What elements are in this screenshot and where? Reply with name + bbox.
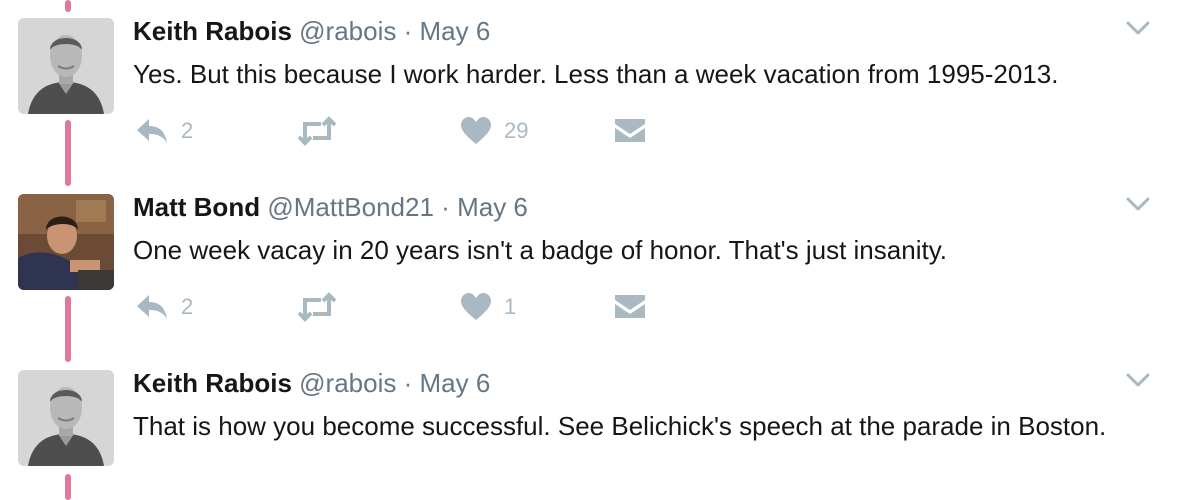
heart-icon <box>460 292 492 322</box>
author-name[interactable]: Keith Rabois <box>133 16 292 46</box>
tweet-header: Keith Rabois @rabois · May 6 <box>133 366 490 400</box>
envelope-icon <box>613 292 647 322</box>
retweet-icon <box>297 292 337 322</box>
avatar[interactable] <box>18 18 114 114</box>
tweet-thread: Keith Rabois @rabois · May 6 Yes. But th… <box>0 0 1180 500</box>
tweet-date[interactable]: May 6 <box>420 368 491 398</box>
header-separator: · <box>403 368 413 398</box>
retweet-icon <box>297 116 337 146</box>
like-count: 1 <box>504 294 517 319</box>
chevron-down-icon[interactable] <box>1124 194 1152 214</box>
reply-icon <box>135 292 169 322</box>
like-count: 29 <box>504 118 529 143</box>
avatar[interactable] <box>18 194 114 290</box>
reply-button[interactable]: 2 <box>135 113 193 149</box>
author-handle[interactable]: @rabois <box>299 368 396 398</box>
retweet-button[interactable] <box>297 113 349 149</box>
tweet-date[interactable]: May 6 <box>420 16 491 46</box>
author-handle[interactable]: @MattBond21 <box>267 192 434 222</box>
retweet-button[interactable] <box>297 289 349 325</box>
like-button[interactable]: 1 <box>460 289 516 325</box>
envelope-icon <box>613 116 647 146</box>
tweet[interactable]: Keith Rabois @rabois · May 6 That is how… <box>0 352 1180 500</box>
tweet-header: Keith Rabois @rabois · May 6 <box>133 14 490 48</box>
header-separator: · <box>403 16 413 46</box>
reply-count: 2 <box>181 294 194 319</box>
reply-button[interactable]: 2 <box>135 289 193 325</box>
direct-message-button[interactable] <box>613 289 647 325</box>
like-button[interactable]: 29 <box>460 113 528 149</box>
tweet[interactable]: Matt Bond @MattBond21 · May 6 One week v… <box>0 176 1180 352</box>
tweet-date[interactable]: May 6 <box>457 192 528 222</box>
avatar[interactable] <box>18 370 114 466</box>
direct-message-button[interactable] <box>613 113 647 149</box>
author-name[interactable]: Keith Rabois <box>133 368 292 398</box>
tweet-text: One week vacay in 20 years isn't a badge… <box>133 235 947 265</box>
author-name[interactable]: Matt Bond <box>133 192 260 222</box>
tweet-text: That is how you become successful. See B… <box>133 411 1107 441</box>
author-handle[interactable]: @rabois <box>299 16 396 46</box>
tweet-header: Matt Bond @MattBond21 · May 6 <box>133 190 528 224</box>
reply-count: 2 <box>181 118 194 143</box>
reply-icon <box>135 116 169 146</box>
chevron-down-icon[interactable] <box>1124 370 1152 390</box>
chevron-down-icon[interactable] <box>1124 18 1152 38</box>
tweet-text: Yes. But this because I work harder. Les… <box>133 59 1059 89</box>
tweet[interactable]: Keith Rabois @rabois · May 6 Yes. But th… <box>0 0 1180 176</box>
header-separator: · <box>441 192 450 222</box>
heart-icon <box>460 116 492 146</box>
